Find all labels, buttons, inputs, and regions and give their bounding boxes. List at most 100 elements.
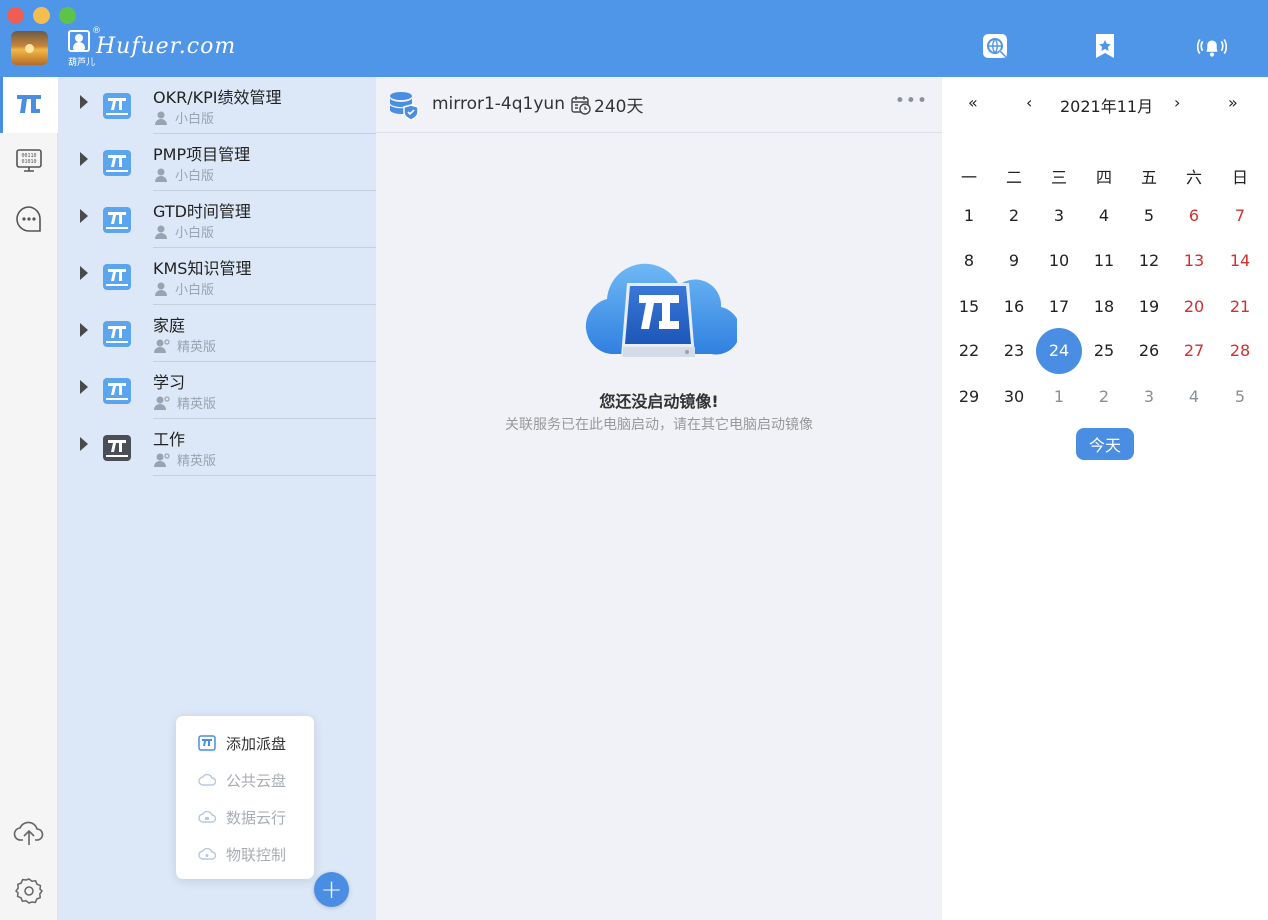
disk-item-kms[interactable]: KMS知识管理 小白版 [58,248,376,305]
calendar-day[interactable]: 18 [1084,297,1124,316]
disk-edition: 小白版 [153,165,214,184]
calendar-day[interactable]: 1 [949,206,989,225]
calendar-day[interactable]: 27 [1174,341,1214,360]
users-icon [154,338,170,353]
disk-item-pmp[interactable]: PMP项目管理 小白版 [58,134,376,191]
calendar-day[interactable]: 3 [1129,387,1169,406]
calendar-day[interactable]: 5 [1220,387,1260,406]
calendar-day[interactable]: 9 [994,251,1034,270]
cloud-icon [198,773,216,786]
computer-code-icon: 0011001010 [16,149,42,172]
weekday-header: 日 [1231,168,1248,187]
calendar-day[interactable]: 1 [1039,387,1079,406]
calendar-day[interactable]: 20 [1174,297,1214,316]
expand-arrow-icon[interactable] [80,437,88,451]
calendar-day[interactable]: 7 [1220,206,1260,225]
calendar-day[interactable]: 3 [1039,206,1079,225]
cloud-iot-icon [198,847,216,860]
bell-icon[interactable] [1197,32,1227,62]
calendar-day[interactable]: 10 [1039,251,1079,270]
rail-item-settings[interactable] [0,863,58,919]
minimize-window-button[interactable] [33,7,50,24]
disk-item-study[interactable]: 学习 精英版 [58,362,376,419]
rail-item-upload[interactable] [0,805,58,861]
rail-item-disks[interactable] [0,77,58,133]
menu-item-public-cloud[interactable]: 公共云盘 [198,767,286,793]
prev-year-button[interactable]: « [968,93,978,112]
menu-item-data-cloud[interactable]: 数据云行 [198,804,286,830]
user-icon [155,168,167,182]
disk-name: 家庭 [153,316,186,335]
calendar-day[interactable]: 15 [949,297,989,316]
calendar-day[interactable]: 16 [994,297,1034,316]
calendar-day[interactable]: 4 [1174,387,1214,406]
calendar-day[interactable]: 6 [1174,206,1214,225]
calendar-clock-icon [571,95,591,115]
calendar-day[interactable]: 28 [1220,341,1260,360]
menu-item-label: 数据云行 [226,808,287,827]
globe-search-icon[interactable] [981,32,1011,62]
rail-item-computers[interactable]: 00110 01010 [0,133,58,189]
expand-arrow-icon[interactable] [80,380,88,394]
calendar-day[interactable]: 14 [1220,251,1260,270]
calendar-day-selected[interactable]: 24 [1039,341,1079,360]
menu-item-iot-control[interactable]: 物联控制 [198,841,286,867]
zoom-window-button[interactable] [59,7,76,24]
calendar-day[interactable]: 12 [1129,251,1169,270]
bookmark-star-icon[interactable] [1090,32,1120,62]
close-window-button[interactable] [7,7,24,24]
expand-arrow-icon[interactable] [80,323,88,337]
rail-item-messages[interactable] [0,191,58,247]
calendar-day[interactable]: 21 [1220,297,1260,316]
menu-item-add-pi-disk[interactable]: 添加派盘 [198,730,286,756]
disk-item-family[interactable]: 家庭 精英版 [58,305,376,362]
empty-state-description: 关联服务已在此电脑启动，请在其它电脑启动镜像 [505,417,813,433]
expand-arrow-icon[interactable] [80,152,88,166]
calendar-day[interactable]: 2 [994,206,1034,225]
disk-edition-label: 精英版 [177,454,217,469]
prev-month-button[interactable]: ‹ [1026,93,1032,112]
empty-state-title: 您还没启动镜像! [599,392,719,411]
calendar-day[interactable]: 25 [1084,341,1124,360]
calendar-day[interactable]: 8 [949,251,989,270]
disk-edition: 小白版 [153,108,214,127]
calendar-day[interactable]: 4 [1084,206,1124,225]
avatar[interactable] [11,31,48,65]
title-bar: ® Hufuer.com 葫芦儿 [0,0,1268,77]
calendar-day[interactable]: 17 [1039,297,1079,316]
cloud-upload-icon [13,821,44,845]
weekday-header: 五 [1140,168,1157,187]
svg-text:01010: 01010 [21,159,36,165]
calendar-day[interactable]: 19 [1129,297,1169,316]
calendar-day[interactable]: 22 [949,341,989,360]
calendar-day[interactable]: 13 [1174,251,1214,270]
expand-arrow-icon[interactable] [80,209,88,223]
add-button[interactable]: + [314,872,349,907]
database-shield-icon [390,92,419,121]
cloud-lock-icon [198,810,216,823]
expand-arrow-icon[interactable] [80,95,88,109]
calendar-day[interactable]: 2 [1084,387,1124,406]
today-button[interactable]: 今天 [1076,428,1134,460]
calendar-day[interactable]: 11 [1084,251,1124,270]
next-month-button[interactable]: › [1174,93,1180,112]
calendar-day[interactable]: 5 [1129,206,1169,225]
disk-item-gtd[interactable]: GTD时间管理 小白版 [58,191,376,248]
disk-edition: 小白版 [153,279,214,298]
disk-item-work[interactable]: 工作 精英版 [58,419,376,476]
expand-arrow-icon[interactable] [80,266,88,280]
weekday-header: 六 [1185,168,1202,187]
app-logo: ® Hufuer.com 葫芦儿 [66,26,236,70]
next-year-button[interactable]: » [1228,93,1238,112]
calendar-day[interactable]: 23 [994,341,1034,360]
calendar-panel: « ‹ 2021年11月 › » 一二三四五六日 1 2 3 4 5 6 7 8 9 10 11 12 1… [942,77,1268,920]
calendar-day[interactable]: 26 [1129,341,1169,360]
disk-edition-label: 小白版 [175,112,215,127]
more-options-button[interactable]: ••• [895,91,928,111]
disk-item-okr[interactable]: OKR/KPI绩效管理 小白版 [58,77,376,134]
calendar-day[interactable]: 30 [994,387,1034,406]
disk-edition: 精英版 [153,450,216,469]
users-icon [154,395,170,410]
calendar-day[interactable]: 29 [949,387,989,406]
pi-disk-icon [103,378,131,404]
